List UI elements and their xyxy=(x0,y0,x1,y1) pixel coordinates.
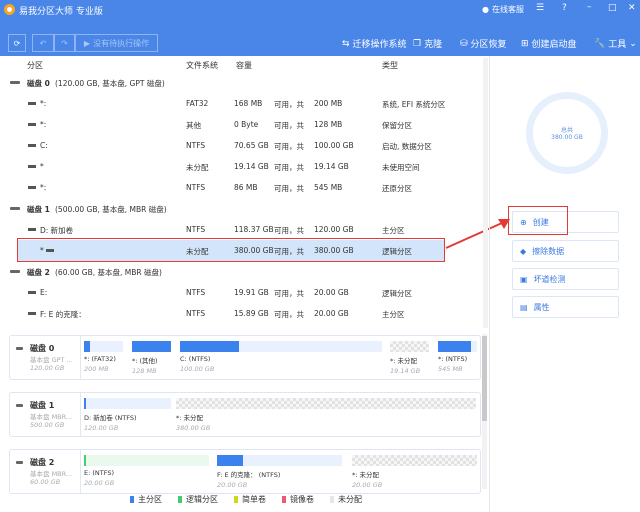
partition-segment[interactable]: C: (NTFS) 100.00 GB xyxy=(180,341,382,373)
online-service-link[interactable]: ● 在线客服 xyxy=(482,4,524,15)
partition-row[interactable]: * 未分配 19.14 GB 可用，共 19.14 GB 未使用空间 xyxy=(0,156,480,177)
partition-row[interactable]: C: NTFS 70.65 GB 可用，共 100.00 GB 启动, 数据分区 xyxy=(0,135,480,156)
partition-row[interactable]: *: 其他 0 Byte 可用，共 128 MB 保留分区 xyxy=(0,114,480,135)
map-scrollbar[interactable] xyxy=(482,334,487,489)
partition-segment[interactable]: D: 新加卷 (NTFS) 120.00 GB xyxy=(84,398,171,432)
tools-menu[interactable]: 🔧 工具 ⌄ xyxy=(594,37,637,51)
partition-segment[interactable]: *: 未分配 19.14 GB xyxy=(390,341,429,375)
usage-fill xyxy=(180,341,239,352)
disk-icon xyxy=(16,404,23,407)
eraser-icon: ◆ xyxy=(520,246,527,256)
refresh-icon: ⟳ xyxy=(13,38,21,48)
copy-icon: ❐ xyxy=(413,38,422,49)
app-logo-icon xyxy=(4,4,15,15)
usage-fill xyxy=(84,341,91,352)
clone-button[interactable]: ❐ 克隆 xyxy=(413,37,442,51)
partition-icon xyxy=(28,144,36,147)
windows-icon: ⊞ xyxy=(521,38,529,49)
legend-logical: 逻辑分区 xyxy=(178,494,218,505)
partition-segment[interactable]: *: (FAT32) 200 MB xyxy=(84,341,123,373)
wrench-icon: 🔧 xyxy=(594,38,606,49)
column-header-type[interactable]: 类型 xyxy=(382,60,398,71)
list-scrollbar[interactable] xyxy=(483,58,488,328)
partition-icon xyxy=(28,102,36,105)
chevron-down-icon: ⌄ xyxy=(629,38,637,49)
migrate-os-button[interactable]: ⇆ 迁移操作系统 xyxy=(342,37,407,51)
capacity-donut: 总共 380.00 GB xyxy=(526,92,608,174)
disk-row[interactable]: 磁盘 0 (120.00 GB, 基本盘, GPT 磁盘) xyxy=(0,72,480,92)
app-title: 易我分区大师 专业版 xyxy=(19,7,103,17)
disk-icon xyxy=(16,461,23,464)
redo-button[interactable]: ↷ xyxy=(54,34,75,52)
help-icon[interactable]: ? xyxy=(562,3,567,13)
column-header-capacity[interactable]: 容量 xyxy=(236,60,252,71)
chat-icon: ● xyxy=(482,5,489,14)
partition-icon xyxy=(28,186,36,189)
undo-icon: ↶ xyxy=(39,38,47,48)
partition-segment[interactable]: *: 未分配 20.00 GB xyxy=(352,455,477,489)
menu-icon[interactable]: ☰ xyxy=(536,3,544,13)
disk-icon xyxy=(16,347,23,350)
legend-mirror: 镜像卷 xyxy=(282,494,314,505)
redo-icon: ↷ xyxy=(61,38,68,48)
properties-icon: ▤ xyxy=(520,302,528,312)
play-icon: ▶ xyxy=(83,38,91,48)
partition-segment[interactable]: *: (NTFS) 545 MB xyxy=(438,341,477,373)
execute-pending-button[interactable]: ▶ 没有待执行操作 xyxy=(75,34,158,52)
partition-recovery-button[interactable]: ⛁ 分区恢复 xyxy=(460,37,507,51)
legend: 主分区 逻辑分区 简单卷 镜像卷 未分配 xyxy=(130,494,362,505)
close-button[interactable]: ✕ xyxy=(628,3,636,13)
disk-icon xyxy=(10,270,20,273)
refresh-button[interactable]: ⟳ xyxy=(8,34,26,52)
disk-row[interactable]: 磁盘 1 (500.00 GB, 基本盘, MBR 磁盘) xyxy=(0,198,480,218)
partition-row[interactable]: E: NTFS 19.91 GB 可用，共 20.00 GB 逻辑分区 xyxy=(0,282,480,303)
partition-segment[interactable]: E: (NTFS) 20.00 GB xyxy=(84,455,209,487)
usage-fill xyxy=(132,341,171,352)
disk-row[interactable]: 磁盘 2 (60.00 GB, 基本盘, MBR 磁盘) xyxy=(0,261,480,281)
legend-primary: 主分区 xyxy=(130,494,162,505)
donut-label: 总共 xyxy=(560,127,573,134)
selection-highlight-box xyxy=(17,238,445,262)
legend-simple: 简单卷 xyxy=(234,494,266,505)
disk-icon xyxy=(10,81,20,84)
maximize-button[interactable]: □ xyxy=(608,3,617,13)
partition-row[interactable]: D: 新加卷 NTFS 118.37 GB 可用，共 120.00 GB 主分区 xyxy=(0,219,480,240)
usage-fill xyxy=(84,398,86,409)
usage-fill xyxy=(217,455,244,466)
partition-icon xyxy=(28,312,36,315)
disk-check-icon: ▣ xyxy=(520,274,528,284)
right-panel-divider xyxy=(489,56,490,512)
partition-row[interactable]: F: E 的克隆： NTFS 15.89 GB 可用，共 20.00 GB 主分区 xyxy=(0,303,480,324)
partition-segment[interactable]: F: E 的克隆： (NTFS) 20.00 GB xyxy=(217,455,342,489)
column-header-fs[interactable]: 文件系统 xyxy=(186,60,218,71)
minimize-button[interactable]: – xyxy=(587,2,592,12)
properties-button[interactable]: ▤ 属性 xyxy=(512,296,619,318)
title-bar: 易我分区大师 专业版 ● 在线客服 ☰ ? – □ ✕ ⟳ ↶ ↷ ▶ 没有待执行操… xyxy=(0,0,640,56)
partition-icon xyxy=(28,291,36,294)
usage-fill xyxy=(84,455,86,466)
usage-fill xyxy=(438,341,471,352)
legend-unallocated: 未分配 xyxy=(330,494,362,505)
recovery-icon: ⛁ xyxy=(460,38,468,49)
donut-total: 380.00 GB xyxy=(551,134,583,141)
create-highlight-box xyxy=(508,206,568,235)
wipe-data-button[interactable]: ◆ 擦除数据 xyxy=(512,240,619,262)
swap-icon: ⇆ xyxy=(342,38,350,49)
partition-icon xyxy=(28,228,36,231)
column-header-partition[interactable]: 分区 xyxy=(27,60,43,71)
disk-icon xyxy=(10,207,20,210)
surface-test-button[interactable]: ▣ 坏道检测 xyxy=(512,268,619,290)
partition-segment[interactable]: *: 未分配 380.00 GB xyxy=(176,398,476,432)
partition-segment[interactable]: *: (其他) 128 MB xyxy=(132,341,171,375)
undo-button[interactable]: ↶ xyxy=(32,34,54,52)
partition-row[interactable]: *: FAT32 168 MB 可用，共 200 MB 系统, EFI 系统分区 xyxy=(0,93,480,114)
create-boot-disk-button[interactable]: ⊞ 创建启动盘 xyxy=(521,37,577,51)
partition-icon xyxy=(28,165,36,168)
partition-row[interactable]: *: NTFS 86 MB 可用，共 545 MB 还原分区 xyxy=(0,177,480,198)
partition-icon xyxy=(28,123,36,126)
